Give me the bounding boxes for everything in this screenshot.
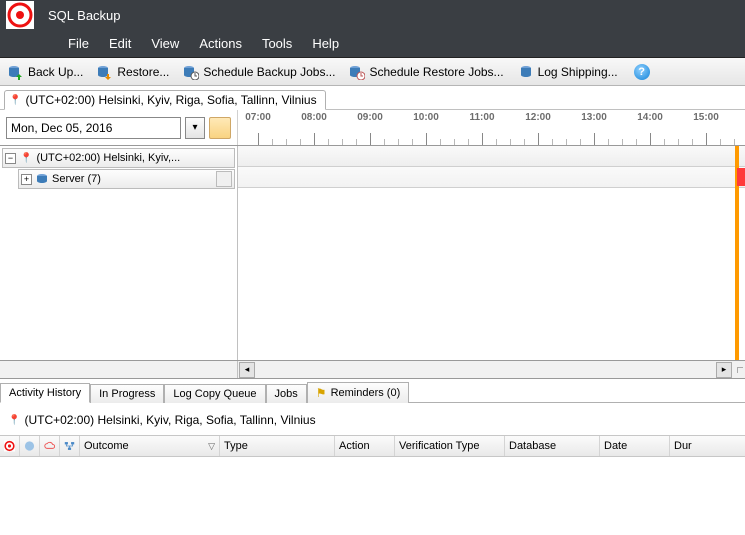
ruler-hour-label: 09:00 <box>357 112 383 123</box>
timeline-scrollbar[interactable]: ◂ ▸ <box>0 361 745 379</box>
pin-icon: 📍 <box>20 153 32 164</box>
col-network-icon[interactable] <box>60 436 80 456</box>
refresh-server-button[interactable] <box>216 171 232 187</box>
menu-edit[interactable]: Edit <box>109 36 131 51</box>
timeline-event[interactable] <box>737 168 745 186</box>
ruler-hour-label: 12:00 <box>525 112 551 123</box>
pin-icon: 📍 <box>9 95 21 106</box>
timeline-row <box>238 167 745 188</box>
ruler-hour-label: 14:00 <box>637 112 663 123</box>
menu-help[interactable]: Help <box>312 36 339 51</box>
schedule-backup-icon <box>183 64 199 80</box>
ruler-hour-label: 10:00 <box>413 112 439 123</box>
col-app-icon[interactable] <box>0 436 20 456</box>
tab-in-progress[interactable]: In Progress <box>90 384 164 403</box>
timeline-row <box>238 146 745 167</box>
tab-log-copy-queue[interactable]: Log Copy Queue <box>164 384 265 403</box>
sort-desc-icon: ▽ <box>208 441 215 452</box>
backup-button[interactable]: Back Up... <box>4 62 87 82</box>
schedule-restore-icon <box>349 64 365 80</box>
expand-icon[interactable]: + <box>21 174 32 185</box>
menu-view[interactable]: View <box>151 36 179 51</box>
calendar-dropdown-icon: ▾ <box>192 122 197 133</box>
schedule-pane: − 📍 (UTC+02:00) Helsinki, Kyiv,... + Ser… <box>0 146 745 361</box>
tree-tz-label: (UTC+02:00) Helsinki, Kyiv,... <box>36 152 232 164</box>
ruler-hour-label: 11:00 <box>469 112 494 123</box>
toolbar: Back Up... Restore... Schedule Backup Jo… <box>0 58 745 86</box>
menu-actions[interactable]: Actions <box>199 36 242 51</box>
bottom-tabs: Activity History In Progress Log Copy Qu… <box>0 379 745 403</box>
scroll-left-button[interactable]: ◂ <box>239 362 255 378</box>
col-verification-type[interactable]: Verification Type <box>395 436 505 456</box>
activity-timezone-row: 📍 (UTC+02:00) Helsinki, Kyiv, Riga, Sofi… <box>0 403 745 435</box>
log-shipping-button[interactable]: Log Shipping... <box>514 62 622 82</box>
date-control: ▾ <box>0 110 238 145</box>
activity-grid-body[interactable] <box>0 457 745 483</box>
col-server-icon[interactable] <box>20 436 40 456</box>
tab-reminders[interactable]: ⚑ Reminders (0) <box>307 382 409 403</box>
ruler-hour-label: 13:00 <box>581 112 607 123</box>
title-bar: SQL Backup <box>0 0 745 30</box>
ruler-hour-label: 08:00 <box>301 112 327 123</box>
log-shipping-icon <box>518 64 534 80</box>
database-icon <box>36 173 48 185</box>
date-input[interactable] <box>6 117 181 139</box>
tab-jobs[interactable]: Jobs <box>266 384 307 403</box>
restore-button[interactable]: Restore... <box>93 62 173 82</box>
timezone-tab[interactable]: 📍 (UTC+02:00) Helsinki, Kyiv, Riga, Sofi… <box>4 90 326 110</box>
help-icon[interactable]: ? <box>634 64 650 80</box>
menu-file[interactable]: File <box>68 36 89 51</box>
schedule-restore-button[interactable]: Schedule Restore Jobs... <box>345 62 507 82</box>
timeline-body[interactable] <box>238 146 745 360</box>
activity-history-pane: 📍 (UTC+02:00) Helsinki, Kyiv, Riga, Sofi… <box>0 403 745 483</box>
collapse-icon[interactable]: − <box>5 153 16 164</box>
col-cloud-icon[interactable] <box>40 436 60 456</box>
tab-activity-history[interactable]: Activity History <box>0 383 90 403</box>
time-ruler[interactable]: 07:00 08:00 09:00 10:00 11:00 12:00 13:00 14:00… <box>238 110 745 145</box>
flag-icon: ⚑ <box>316 386 327 400</box>
menu-tools[interactable]: Tools <box>262 36 292 51</box>
schedule-restore-label: Schedule Restore Jobs... <box>369 65 503 79</box>
ruler-hour-label: 15:00 <box>693 112 719 123</box>
activity-tz-label: (UTC+02:00) Helsinki, Kyiv, Riga, Sofia,… <box>24 413 315 427</box>
pin-icon: 📍 <box>8 415 20 426</box>
col-type[interactable]: Type <box>220 436 335 456</box>
col-action[interactable]: Action <box>335 436 395 456</box>
date-ruler-row: ▾ 07:00 08:00 09:00 10:00 11:00 12:00 13:00 14:… <box>0 110 745 146</box>
app-title: SQL Backup <box>48 8 121 23</box>
timezone-tab-row: 📍 (UTC+02:00) Helsinki, Kyiv, Riga, Sofi… <box>0 86 745 110</box>
col-database[interactable]: Database <box>505 436 600 456</box>
database-backup-icon <box>8 64 24 80</box>
menu-bar: File Edit View Actions Tools Help <box>0 30 745 58</box>
col-duration[interactable]: Dur <box>670 436 745 456</box>
database-restore-icon <box>97 64 113 80</box>
server-tree: − 📍 (UTC+02:00) Helsinki, Kyiv,... + Ser… <box>0 146 238 360</box>
col-outcome[interactable]: Outcome ▽ <box>80 436 220 456</box>
tree-server-label: Server (7) <box>52 173 101 185</box>
timezone-tab-label: (UTC+02:00) Helsinki, Kyiv, Riga, Sofia,… <box>25 93 316 107</box>
backup-label: Back Up... <box>28 65 83 79</box>
ruler-hour-label: 07:00 <box>245 112 271 123</box>
tree-row-timezone[interactable]: − 📍 (UTC+02:00) Helsinki, Kyiv,... <box>2 148 235 168</box>
col-date[interactable]: Date <box>600 436 670 456</box>
resize-grip-icon[interactable] <box>737 367 743 373</box>
date-picker-button[interactable]: ▾ <box>185 117 205 139</box>
activity-grid-header: Outcome ▽ Type Action Verification Type … <box>0 435 745 457</box>
tree-row-server[interactable]: + Server (7) <box>18 169 235 189</box>
restore-label: Restore... <box>117 65 169 79</box>
schedule-backup-label: Schedule Backup Jobs... <box>203 65 335 79</box>
log-shipping-label: Log Shipping... <box>538 65 618 79</box>
now-marker-button[interactable] <box>209 117 231 139</box>
app-logo-icon <box>6 1 34 29</box>
schedule-backup-button[interactable]: Schedule Backup Jobs... <box>179 62 339 82</box>
scroll-right-button[interactable]: ▸ <box>716 362 732 378</box>
